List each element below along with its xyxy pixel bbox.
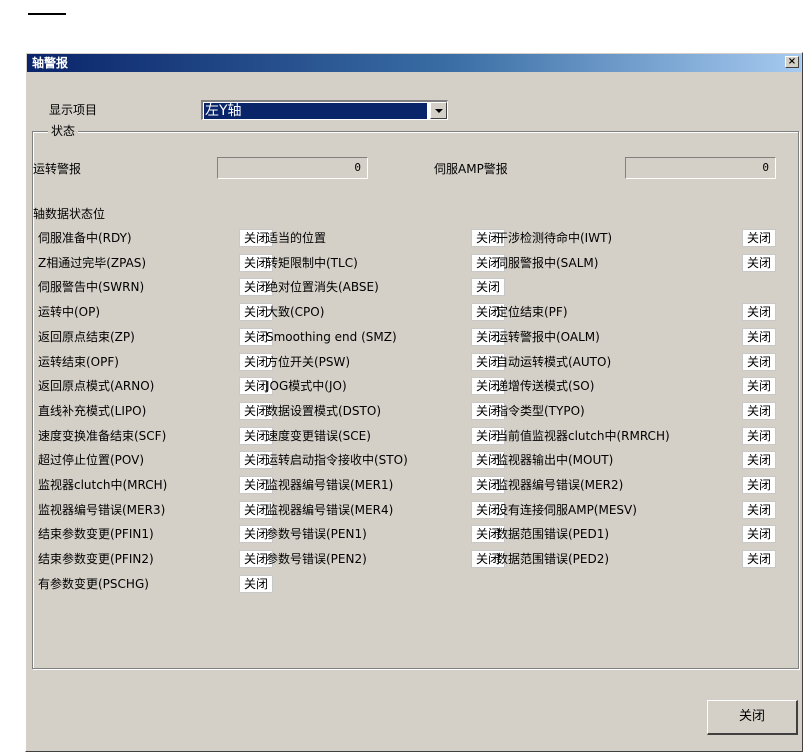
status-bit-state: 关闭 bbox=[742, 229, 776, 247]
status-bit-label: 监视器编号错误(MER1) bbox=[266, 478, 394, 492]
status-bit-label: 运转警报中(OALM) bbox=[496, 330, 600, 344]
status-bit-label: 直线补充模式(LIPO) bbox=[38, 404, 147, 418]
display-item-label: 显示项目 bbox=[49, 103, 98, 117]
servo-amp-alarm-label: 伺服AMP警报 bbox=[434, 162, 508, 176]
status-bit-label: 结束参数变更(PFIN1) bbox=[38, 527, 154, 541]
status-bit-label: 递增传送模式(SO) bbox=[496, 379, 595, 393]
status-group-legend: 状态 bbox=[48, 124, 79, 138]
status-bit-state: 关闭 bbox=[742, 501, 776, 519]
window-title: 轴警报 bbox=[32, 56, 69, 70]
status-bit-state: 关闭 bbox=[742, 525, 776, 543]
status-bit-label: 运转结束(OPF) bbox=[38, 355, 119, 369]
status-bit-label: 数据设置模式(DSTO) bbox=[266, 404, 381, 418]
status-bit-label: 参数号错误(PEN1) bbox=[266, 527, 367, 541]
status-bit-state: 关闭 bbox=[742, 328, 776, 346]
status-bit-state: 关闭 bbox=[742, 377, 776, 395]
status-bit-label: 自动运转模式(AUTO) bbox=[496, 355, 612, 369]
status-bit-state: 关闭 bbox=[742, 476, 776, 494]
status-bit-label: 方位开关(PSW) bbox=[266, 355, 351, 369]
window-close-icon[interactable]: × bbox=[785, 56, 799, 68]
status-bit-state: 关闭 bbox=[239, 575, 273, 593]
status-bit-state: 关闭 bbox=[742, 550, 776, 568]
status-bit-state: 关闭 bbox=[742, 402, 776, 420]
status-bit-label: 监视器编号错误(MER3) bbox=[38, 503, 166, 517]
status-bit-label: 定位结束(PF) bbox=[496, 305, 568, 319]
status-bit-label: 数据范围错误(PED1) bbox=[496, 527, 610, 541]
status-bit-label: 监视器编号错误(MER4) bbox=[266, 503, 394, 517]
status-bit-label: 干涉检测待命中(IWT) bbox=[496, 231, 613, 245]
status-bit-label: 结束参数变更(PFIN2) bbox=[38, 552, 154, 566]
axis-select-dropdown[interactable]: 左Y轴 bbox=[201, 100, 448, 120]
status-bit-label: 监视器clutch中(MRCH) bbox=[38, 478, 168, 492]
close-button[interactable]: 关闭 bbox=[707, 700, 798, 735]
status-bit-label: 监视器输出中(MOUT) bbox=[496, 453, 614, 467]
axis-select-value: 左Y轴 bbox=[204, 103, 427, 119]
status-bit-label: 数据范围错误(PED2) bbox=[496, 552, 610, 566]
status-bit-state: 关闭 bbox=[742, 303, 776, 321]
status-bit-label: JOG模式中(JO) bbox=[266, 379, 347, 393]
status-bit-label: Z相通过完毕(ZPAS) bbox=[38, 256, 147, 270]
status-bit-label: 运转中(OP) bbox=[38, 305, 101, 319]
status-bit-label: 运转启动指令接收中(STO) bbox=[266, 453, 408, 467]
status-bit-label: 监视器编号错误(MER2) bbox=[496, 478, 624, 492]
status-bit-label: 参数号错误(PEN2) bbox=[266, 552, 367, 566]
status-bit-label: 速度变换准备结束(SCF) bbox=[38, 429, 167, 443]
status-bit-label: 绝对位置消失(ABSE) bbox=[266, 280, 379, 294]
status-bit-state: 关闭 bbox=[742, 427, 776, 445]
status-bit-label: 指令类型(TYPO) bbox=[496, 404, 585, 418]
status-bit-label: 超过停止位置(POV) bbox=[38, 453, 145, 467]
status-bit-label: 当前值监视器clutch中(RMRCH) bbox=[496, 429, 670, 443]
run-alarm-label: 运转警报 bbox=[33, 162, 82, 176]
axis-alarm-dialog: 轴警报 × 显示项目 左Y轴 状态 运转警报 0 伺服AMP警报 0 轴数据状态… bbox=[25, 52, 803, 752]
status-bit-label: 伺服准备中(RDY) bbox=[38, 231, 132, 245]
title-bar: 轴警报 × bbox=[27, 54, 801, 72]
status-bit-state: 关闭 bbox=[742, 254, 776, 272]
run-alarm-value: 0 bbox=[217, 157, 368, 179]
status-bit-label: 没有连接伺服AMP(MESV) bbox=[496, 503, 637, 517]
chevron-down-icon[interactable] bbox=[430, 102, 447, 119]
status-bit-state: 关闭 bbox=[742, 451, 776, 469]
status-bit-label: 伺服警告中(SWRN) bbox=[38, 280, 145, 294]
status-bit-label: 适当的位置 bbox=[266, 231, 327, 245]
status-bit-state: 关闭 bbox=[471, 278, 505, 296]
bits-heading: 轴数据状态位 bbox=[33, 207, 106, 221]
status-bit-label: 返回原点模式(ARNO) bbox=[38, 379, 155, 393]
status-bit-label: 伺服警报中(SALM) bbox=[496, 256, 599, 270]
status-bit-state: 关闭 bbox=[742, 353, 776, 371]
servo-amp-alarm-value: 0 bbox=[625, 157, 776, 179]
status-bit-label: 转矩限制中(TLC) bbox=[266, 256, 358, 270]
top-underline bbox=[28, 13, 66, 15]
status-bit-label: 返回原点结束(ZP) bbox=[38, 330, 135, 344]
status-bit-label: 速度变更错误(SCE) bbox=[266, 429, 371, 443]
status-bit-label: 有参数变更(PSCHG) bbox=[38, 577, 149, 591]
status-bit-label: Smoothing end (SMZ) bbox=[266, 330, 397, 344]
status-bit-label: 大致(CPO) bbox=[266, 305, 325, 319]
